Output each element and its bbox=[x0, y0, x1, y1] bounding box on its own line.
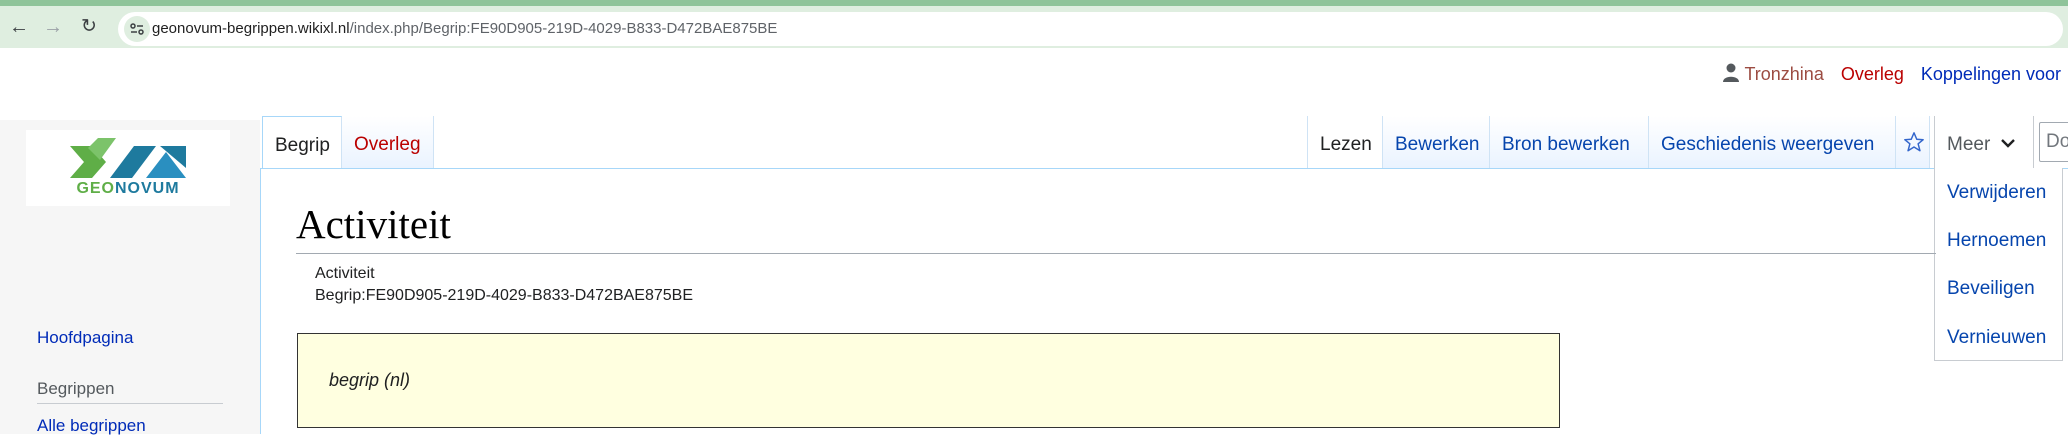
tab-read[interactable]: Lezen bbox=[1307, 116, 1383, 168]
heading-divider bbox=[296, 253, 1936, 254]
more-menu: Verwijderen Hernoemen Beveiligen Vernieu… bbox=[1934, 168, 2063, 361]
url-text[interactable]: geonovum-begrippen.wikixl.nl/index.php/B… bbox=[152, 12, 777, 46]
menu-item-move[interactable]: Hernoemen bbox=[1947, 230, 2046, 252]
sidebar-item-main-page[interactable]: Hoofdpagina bbox=[37, 328, 133, 348]
tab-edit[interactable]: Bewerken bbox=[1383, 116, 1490, 168]
tab-history[interactable]: Geschiedenis weergeven bbox=[1649, 116, 1896, 168]
user-talk-link[interactable]: Overleg bbox=[1841, 64, 1904, 84]
infobox-label: begrip (nl) bbox=[329, 370, 411, 390]
url-host: geonovum-begrippen.wikixl.nl bbox=[152, 20, 350, 37]
page-subtitle-id: Begrip:FE90D905-219D-4029-B833-D472BAE87… bbox=[315, 287, 694, 304]
sidebar-divider bbox=[37, 403, 223, 404]
site-info-icon[interactable] bbox=[124, 16, 150, 42]
logo-wordmark: GEONOVUM bbox=[76, 180, 180, 197]
page-subtitle-name: Activiteit bbox=[315, 265, 375, 282]
menu-item-protect[interactable]: Beveiligen bbox=[1947, 278, 2035, 300]
what-links-here-link[interactable]: Koppelingen voor bbox=[1921, 64, 2061, 84]
tab-talk[interactable]: Overleg bbox=[342, 116, 434, 168]
chevron-down-icon bbox=[2000, 139, 2015, 148]
more-menu-button[interactable]: Meer bbox=[1934, 116, 2034, 168]
tab-edit-source[interactable]: Bron bewerken bbox=[1490, 116, 1649, 168]
infobox: begrip (nl) bbox=[297, 333, 1560, 428]
menu-item-purge[interactable]: Vernieuwen bbox=[1947, 327, 2046, 349]
forward-arrow-icon[interactable]: → bbox=[38, 12, 68, 42]
tab-namespace-begrip[interactable]: Begrip bbox=[262, 116, 342, 168]
sidebar-item-all-terms[interactable]: Alle begrippen bbox=[37, 416, 146, 436]
sidebar-section-heading: Begrippen bbox=[37, 379, 115, 398]
menu-item-delete[interactable]: Verwijderen bbox=[1947, 182, 2046, 204]
personal-tools: Tronzhina Overleg Koppelingen voor bbox=[1710, 63, 2061, 88]
reload-icon[interactable]: ↻ bbox=[74, 12, 104, 42]
watch-star-icon[interactable] bbox=[1896, 116, 1930, 168]
search-input[interactable]: Do bbox=[2039, 122, 2068, 162]
browser-toolbar: ← → ↻ geonovum-begrippen.wikixl.nl/index… bbox=[0, 0, 2068, 48]
geonovum-logo-mark-icon bbox=[70, 138, 186, 178]
back-arrow-icon[interactable]: ← bbox=[4, 12, 34, 42]
site-logo[interactable]: GEONOVUM bbox=[26, 130, 230, 206]
address-bar[interactable]: geonovum-begrippen.wikixl.nl/index.php/B… bbox=[118, 12, 2063, 46]
url-path: /index.php/Begrip:FE90D905-219D-4029-B83… bbox=[349, 20, 778, 37]
page-title: Activiteit bbox=[296, 201, 451, 247]
user-page-link[interactable]: Tronzhina bbox=[1744, 64, 1823, 84]
user-icon bbox=[1722, 63, 1740, 88]
